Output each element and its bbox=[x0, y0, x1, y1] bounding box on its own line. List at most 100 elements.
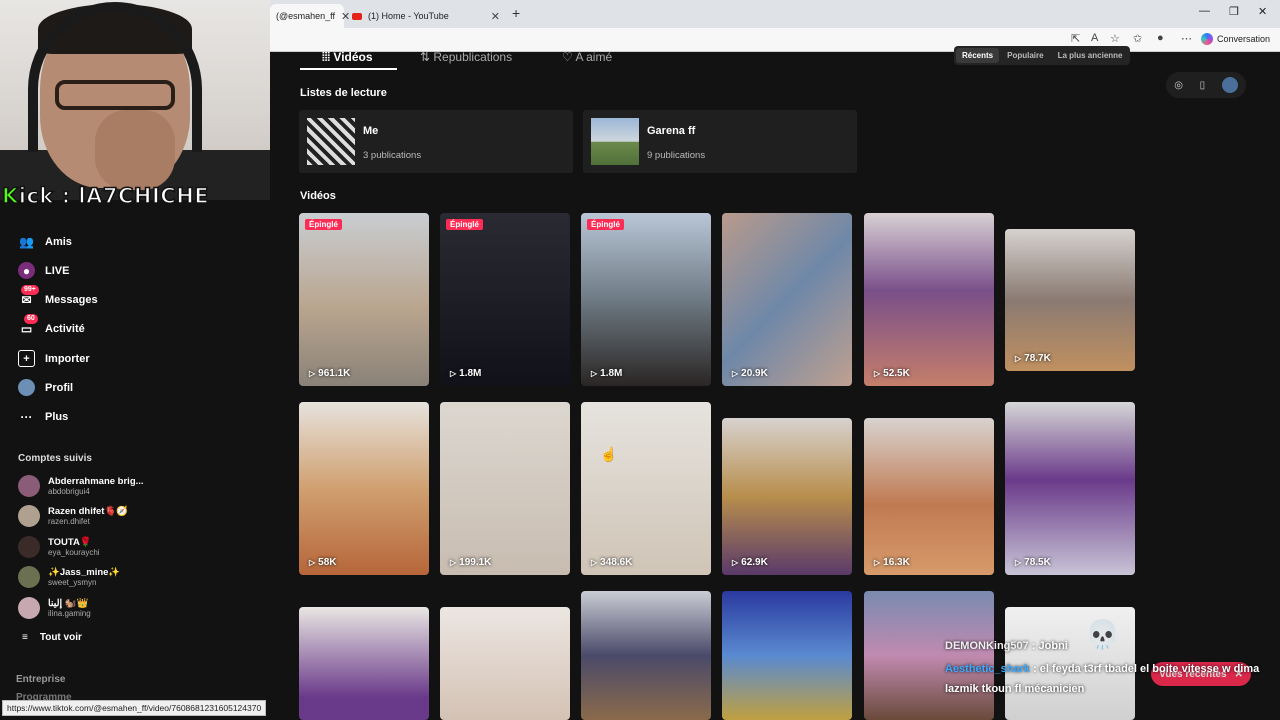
activity-badge: 60 bbox=[24, 314, 38, 324]
video-card[interactable] bbox=[440, 607, 570, 720]
nav-activity[interactable]: ▭ 60 Activité bbox=[18, 314, 85, 337]
chat-user: Aesthetic_shark bbox=[945, 663, 1030, 675]
browser-tab-youtube[interactable]: (1) Home - YouTube ✕ bbox=[346, 4, 506, 28]
see-all-button[interactable]: ≡ Tout voir bbox=[22, 632, 82, 643]
see-all-label: Tout voir bbox=[39, 632, 82, 643]
following-item[interactable]: ✨Jass_mine✨ sweet_ysmyn bbox=[18, 566, 120, 588]
video-card[interactable]: Épinglé ▷ 1.8M bbox=[581, 213, 711, 386]
following-item[interactable]: إلينا 🐿️👑 ilina.gaming bbox=[18, 597, 91, 619]
pinned-badge: Épinglé bbox=[446, 219, 483, 230]
playlist-count: 3 publications bbox=[363, 150, 422, 161]
conversation-label: Conversation bbox=[1216, 34, 1270, 44]
following-handle: razen.dhifet bbox=[48, 516, 90, 526]
video-card[interactable]: ▷ 62.9K bbox=[722, 418, 852, 575]
device-icon[interactable]: ▯ bbox=[1200, 80, 1206, 91]
nav-profile[interactable]: Profil bbox=[18, 379, 73, 396]
nav-live[interactable]: ● LIVE bbox=[18, 262, 69, 279]
view-count: ▷ 348.6K bbox=[591, 557, 633, 568]
video-card[interactable]: ▷ 58K bbox=[299, 402, 429, 575]
chat-user: DEMONKing507 bbox=[945, 640, 1029, 652]
maximize-icon[interactable]: ❐ bbox=[1229, 5, 1239, 18]
playlists-title: Listes de lecture bbox=[300, 87, 387, 99]
repost-icon: ⇅ bbox=[420, 50, 434, 64]
playlist-count: 9 publications bbox=[647, 150, 706, 161]
following-name: Razen dhifet🫀🧭 bbox=[48, 505, 129, 517]
nav-friends[interactable]: 👥 Amis bbox=[18, 233, 72, 250]
following-name: TOUTA🌹 bbox=[48, 536, 92, 548]
new-tab-icon[interactable]: + bbox=[512, 5, 520, 21]
tab-videos[interactable]: ⦙⦙⦙ Vidéos bbox=[322, 50, 373, 65]
sort-recent[interactable]: Récents bbox=[956, 48, 1000, 63]
minimize-icon[interactable]: — bbox=[1199, 5, 1210, 17]
profile-avatar-icon[interactable]: ● bbox=[1157, 32, 1164, 44]
more-icon: ··· bbox=[20, 409, 33, 424]
copilot-conversation-button[interactable]: Conversation bbox=[1200, 33, 1270, 45]
floating-tools: ◎ ▯ bbox=[1166, 72, 1246, 98]
video-card[interactable]: ▷ 20.9K bbox=[722, 213, 852, 386]
messages-icon: ✉ 99+ bbox=[18, 285, 39, 308]
translate-icon[interactable]: A bbox=[1091, 32, 1098, 44]
following-item[interactable]: Abderrahmane brig... abdobrigui4 bbox=[18, 475, 144, 497]
tab-liked[interactable]: ♡ A aimé bbox=[562, 50, 612, 64]
footer-link-business[interactable]: Entreprise bbox=[16, 674, 65, 685]
sort-toggle: Récents Populaire La plus ancienne bbox=[954, 46, 1131, 65]
close-window-icon[interactable]: ✕ bbox=[1258, 5, 1267, 18]
playlist-name: Me bbox=[363, 125, 379, 137]
tab-label: Vidéos bbox=[333, 50, 373, 64]
video-card[interactable] bbox=[581, 591, 711, 720]
browser-tab-tiktok[interactable]: (@esmahen_ff ✕ bbox=[270, 4, 350, 28]
avatar bbox=[18, 505, 40, 527]
tab-title: (@esmahen_ff bbox=[276, 11, 336, 21]
video-card[interactable]: ▷ 199.1K bbox=[440, 402, 570, 575]
view-count: ▷ 16.3K bbox=[874, 557, 910, 568]
video-card[interactable]: Épinglé ▷ 961.1K bbox=[299, 213, 429, 386]
nav-more[interactable]: ··· Plus bbox=[18, 408, 69, 425]
following-name: Abderrahmane brig... bbox=[48, 475, 144, 487]
playlist-card[interactable]: Me 3 publications bbox=[299, 110, 573, 173]
video-card[interactable] bbox=[299, 607, 429, 720]
following-item[interactable]: Razen dhifet🫀🧭 razen.dhifet bbox=[18, 505, 128, 527]
video-card[interactable]: Épinglé ▷ 1.8M bbox=[440, 213, 570, 386]
keyboard-icon[interactable]: ◎ bbox=[1174, 80, 1183, 91]
more-menu-icon[interactable]: ⋯ bbox=[1181, 32, 1192, 45]
profile-main: ⦙⦙⦙ Vidéos ⇅ Republications ♡ A aimé Réc… bbox=[270, 46, 1280, 720]
favorite-star-icon[interactable]: ☆ bbox=[1110, 32, 1120, 45]
play-icon: ▷ bbox=[874, 558, 881, 567]
video-card[interactable]: ▷ 348.6K bbox=[581, 402, 711, 575]
favorites-icon[interactable]: ✩ bbox=[1133, 32, 1142, 45]
playlist-thumbnail bbox=[307, 118, 355, 165]
messages-badge: 99+ bbox=[21, 285, 39, 295]
video-card[interactable]: ▷ 78.7K bbox=[1005, 229, 1135, 371]
avatar bbox=[18, 475, 40, 497]
nav-messages[interactable]: ✉ 99+ Messages bbox=[18, 285, 98, 308]
playlist-thumbnail bbox=[591, 118, 639, 165]
following-name: ✨Jass_mine✨ bbox=[48, 566, 121, 578]
video-card[interactable]: ▷ 52.5K bbox=[864, 213, 994, 386]
play-icon: ▷ bbox=[309, 369, 316, 378]
play-icon: ▷ bbox=[732, 369, 739, 378]
close-tab-icon[interactable]: ✕ bbox=[491, 10, 500, 23]
profile-icon bbox=[18, 379, 35, 396]
video-card[interactable]: ▷ 16.3K bbox=[864, 418, 994, 575]
nav-label: Activité bbox=[45, 322, 85, 335]
video-card[interactable]: ▷ 78.5K bbox=[1005, 402, 1135, 575]
mouse-cursor-icon: ☝ bbox=[600, 446, 618, 462]
view-count: ▷ 52.5K bbox=[874, 368, 910, 379]
play-icon: ▷ bbox=[1015, 354, 1022, 363]
sort-popular[interactable]: Populaire bbox=[1001, 48, 1049, 63]
nav-label: LIVE bbox=[45, 264, 70, 277]
sort-oldest[interactable]: La plus ancienne bbox=[1052, 48, 1129, 63]
account-avatar[interactable] bbox=[1221, 77, 1238, 93]
videos-title: Vidéos bbox=[300, 190, 336, 202]
following-handle: eya_kouraychi bbox=[48, 547, 100, 557]
tab-reposts[interactable]: ⇅ Republications bbox=[420, 50, 512, 64]
avatar bbox=[18, 566, 40, 588]
playlist-card[interactable]: Garena ff 9 publications bbox=[583, 110, 857, 173]
chat-message: DEMONKing507 : Jobni bbox=[945, 640, 1068, 652]
video-card[interactable] bbox=[722, 591, 852, 720]
view-count: ▷ 1.8M bbox=[591, 368, 623, 379]
following-item[interactable]: TOUTA🌹 eya_kouraychi bbox=[18, 536, 100, 558]
nav-upload[interactable]: + Importer bbox=[18, 350, 90, 367]
open-in-app-icon[interactable]: ⇱ bbox=[1071, 32, 1080, 45]
nav-label: Amis bbox=[45, 235, 72, 248]
